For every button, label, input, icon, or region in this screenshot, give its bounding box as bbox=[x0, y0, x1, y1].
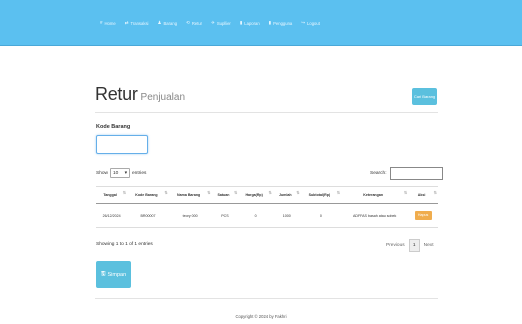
cell-tanggal: 26/12/2024 bbox=[96, 203, 128, 228]
search-label: Search: bbox=[370, 171, 387, 176]
title-divider bbox=[95, 112, 438, 113]
save-icon: 🖫 bbox=[100, 271, 106, 277]
plane-icon: ✈ bbox=[211, 19, 215, 25]
nav-transaksi-label: Transaksi bbox=[130, 20, 149, 26]
nav-home[interactable]: # Home bbox=[100, 19, 116, 26]
col-jumlah[interactable]: Jumlah ⇅ bbox=[272, 186, 301, 204]
sort-icon: ⇅ bbox=[296, 190, 300, 195]
cell-nama: teory 000 bbox=[168, 203, 212, 228]
page-length-control: Show 10 ▾ entries bbox=[96, 168, 146, 178]
hapus-button[interactable]: Hapus bbox=[414, 211, 432, 220]
cell-keterangan: ADFFAS basah atau sobek bbox=[341, 203, 409, 228]
return-icon: ⟲ bbox=[186, 19, 190, 25]
col-tanggal[interactable]: Tanggal ⇅ bbox=[96, 186, 128, 204]
table-search: Search: bbox=[370, 167, 443, 180]
cell-satuan: PCS bbox=[211, 203, 239, 228]
cell-subtotal: 0 bbox=[300, 203, 342, 228]
home-icon: # bbox=[100, 19, 103, 25]
user-icon: ♟ bbox=[157, 19, 162, 25]
footer-copyright: Copyright © 2024 by Fakhri bbox=[235, 314, 287, 319]
sort-icon: ⇅ bbox=[207, 190, 211, 195]
page-header: Retur Penjualan bbox=[95, 84, 185, 105]
nav-pengguna-label: Pengguna bbox=[273, 20, 293, 26]
cell-harga: 0 bbox=[238, 203, 273, 228]
nav-retur-label: Retur bbox=[191, 20, 203, 26]
nav-pengguna[interactable]: ▮ Pengguna bbox=[268, 19, 293, 26]
col-subtotal[interactable]: Subtotal(Rp) ⇅ bbox=[300, 186, 342, 204]
kode-barang-label: Kode Barang bbox=[96, 124, 131, 130]
nav-menu: # Home ⇄ Transaksi ♟ Barang ⟲ Retur ✈ Su… bbox=[100, 0, 320, 46]
top-navbar: # Home ⇄ Transaksi ♟ Barang ⟲ Retur ✈ Su… bbox=[0, 0, 522, 46]
sort-icon: ⇅ bbox=[336, 190, 341, 195]
users-icon: ▮ bbox=[268, 19, 272, 25]
nav-barang[interactable]: ♟ Barang bbox=[157, 19, 178, 26]
sort-icon: ⇅ bbox=[268, 190, 272, 195]
col-kode-barang[interactable]: Kode Barang ⇅ bbox=[127, 186, 169, 204]
report-icon: ▮ bbox=[239, 19, 243, 25]
cell-aksi: Hapus bbox=[408, 203, 438, 228]
nav-barang-label: Barang bbox=[163, 20, 178, 26]
page-length-value: 10 bbox=[113, 170, 119, 176]
sort-icon: ⇅ bbox=[433, 190, 437, 195]
cell-jumlah: 1000 bbox=[272, 203, 301, 228]
table-info: Showing 1 to 1 of 1 entries bbox=[96, 242, 153, 247]
cell-kode: BR00007 bbox=[127, 203, 169, 228]
col-satuan[interactable]: Satuan ⇅ bbox=[211, 186, 239, 204]
simpan-button[interactable]: 🖫 Simpan bbox=[96, 261, 131, 288]
sort-icon: ⇅ bbox=[403, 190, 408, 195]
page-length-select[interactable]: 10 ▾ bbox=[110, 168, 130, 178]
col-aksi[interactable]: Aksi ⇅ bbox=[408, 186, 438, 204]
sort-icon: ⇅ bbox=[164, 190, 168, 195]
table-row: 26/12/2024 BR00007 teory 000 PCS 0 1000 … bbox=[96, 203, 438, 228]
nav-home-label: Home bbox=[104, 20, 116, 26]
nav-laporan-label: Laporan bbox=[244, 20, 260, 26]
nav-supplier[interactable]: ✈ Supllier bbox=[211, 19, 231, 26]
nav-supplier-label: Supllier bbox=[216, 20, 231, 26]
table-header-row: Tanggal ⇅ Kode Barang ⇅ Nama Barang ⇅ Satua… bbox=[96, 186, 438, 204]
nav-transaksi[interactable]: ⇄ Transaksi bbox=[124, 19, 149, 26]
logout-icon: ↪ bbox=[301, 19, 306, 25]
pagination-page-current[interactable]: 1 bbox=[408, 239, 420, 252]
show-label: Show bbox=[96, 170, 108, 176]
col-nama-barang[interactable]: Nama Barang ⇅ bbox=[168, 186, 212, 204]
transaction-icon: ⇄ bbox=[124, 19, 129, 25]
pagination-next[interactable]: Next bbox=[424, 243, 434, 248]
page-subtitle: Penjualan bbox=[140, 92, 186, 103]
col-harga[interactable]: Harga(Rp) ⇅ bbox=[238, 186, 273, 204]
col-keterangan[interactable]: Keterangan ⇅ bbox=[341, 186, 409, 204]
search-input[interactable] bbox=[389, 167, 443, 180]
pagination: Previous 1 Next bbox=[386, 239, 434, 252]
entries-label: entries bbox=[132, 170, 147, 176]
nav-laporan[interactable]: ▮ Laporan bbox=[239, 19, 260, 26]
retur-table: Tanggal ⇅ Kode Barang ⇅ Nama Barang ⇅ Satua… bbox=[96, 186, 438, 228]
footer-divider bbox=[95, 298, 438, 299]
kode-barang-input[interactable] bbox=[96, 135, 148, 154]
page-title: Retur bbox=[95, 84, 138, 104]
nav-logout-label: Logout bbox=[307, 20, 320, 26]
simpan-label: Simpan bbox=[107, 271, 127, 278]
pagination-previous[interactable]: Previous bbox=[386, 243, 405, 248]
cari-barang-button[interactable]: Cari Barang bbox=[412, 88, 437, 105]
sort-icon: ⇅ bbox=[122, 190, 127, 195]
nav-retur[interactable]: ⟲ Retur bbox=[186, 19, 203, 26]
chevron-down-icon: ▾ bbox=[124, 170, 127, 176]
sort-icon: ⇅ bbox=[234, 190, 238, 195]
nav-logout[interactable]: ↪ Logout bbox=[301, 19, 320, 26]
